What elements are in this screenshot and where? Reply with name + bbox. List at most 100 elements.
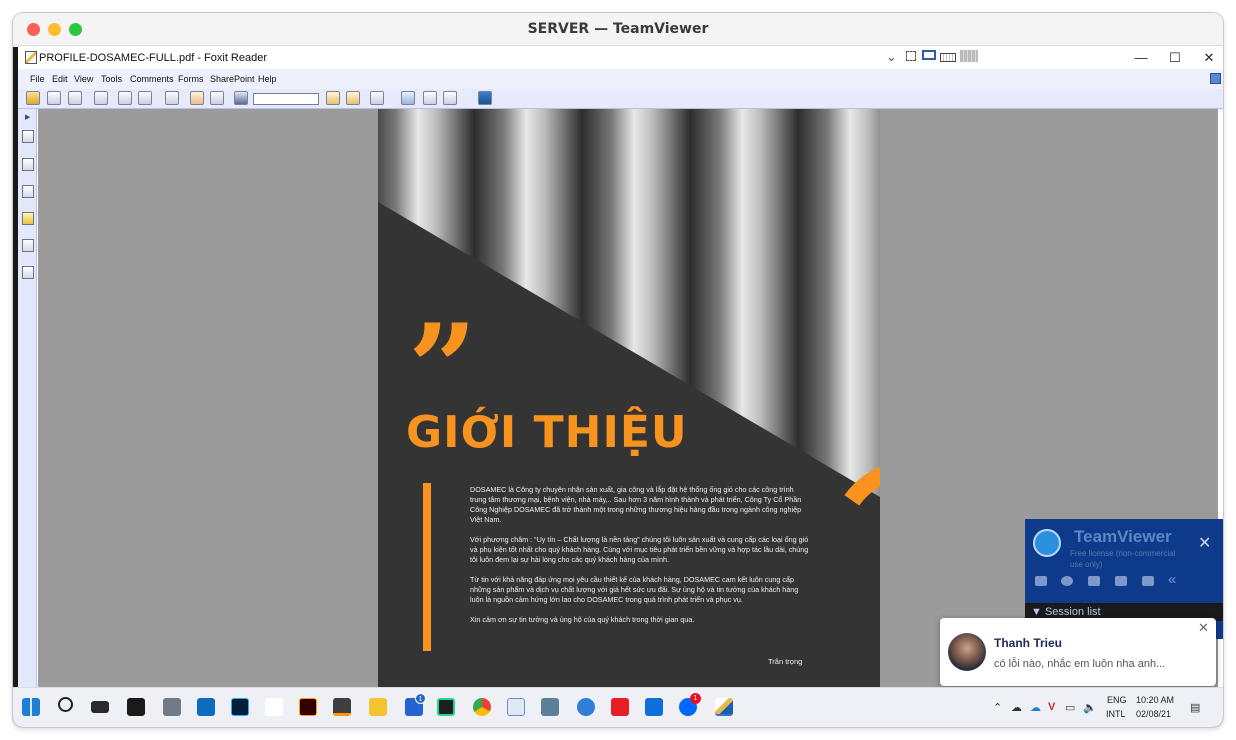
tools-icon[interactable] bbox=[1142, 576, 1154, 586]
fullscreen-icon[interactable] bbox=[906, 51, 916, 61]
chart-app-icon[interactable] bbox=[507, 698, 525, 716]
grid-icon[interactable] bbox=[960, 50, 978, 62]
maximize-button[interactable]: ☐ bbox=[1160, 49, 1190, 67]
stamp-icon[interactable] bbox=[370, 91, 384, 105]
menu-forms[interactable]: Forms bbox=[178, 74, 204, 84]
teamviewer-logo-icon bbox=[1033, 529, 1061, 557]
menu-edit[interactable]: Edit bbox=[52, 74, 68, 84]
widgets-icon[interactable] bbox=[127, 698, 145, 716]
page-heading: GIỚI THIỆU bbox=[406, 407, 688, 458]
attachments-icon[interactable] bbox=[22, 239, 34, 252]
pages-icon[interactable] bbox=[22, 158, 34, 171]
onedrive-business-icon[interactable]: ☁ bbox=[1030, 701, 1041, 714]
notification-center-icon[interactable]: ▤ bbox=[1190, 701, 1200, 714]
browser-icon[interactable] bbox=[577, 698, 595, 716]
virtualbox-icon[interactable] bbox=[541, 698, 559, 716]
bookmarks-icon[interactable] bbox=[22, 130, 34, 143]
task-view-icon[interactable] bbox=[91, 701, 109, 713]
minimize-button[interactable]: — bbox=[1126, 49, 1156, 67]
collapse-panel-icon[interactable]: « bbox=[1168, 571, 1176, 588]
onedrive-icon[interactable]: ☁ bbox=[1011, 701, 1022, 714]
start-icon[interactable] bbox=[22, 698, 40, 716]
intro-paragraph: Từ tin với khả năng đáp ứng mọi yêu cầu … bbox=[470, 575, 799, 604]
sublime-icon[interactable] bbox=[333, 698, 351, 716]
teamviewer-taskbar-icon[interactable] bbox=[645, 698, 663, 716]
acrobat-icon[interactable] bbox=[265, 698, 283, 716]
restore-pane-icon[interactable] bbox=[1210, 73, 1221, 84]
teamviewer-window: SERVER — TeamViewer PROFILE-DOSAMEC-FULL… bbox=[13, 13, 1223, 727]
window-title: SERVER — TeamViewer bbox=[527, 21, 709, 37]
video-icon[interactable] bbox=[1035, 576, 1047, 586]
signatures-icon[interactable] bbox=[22, 266, 34, 279]
photoshop-icon[interactable] bbox=[231, 698, 249, 716]
illustrator-icon[interactable] bbox=[299, 698, 317, 716]
adobe-cc-icon[interactable] bbox=[611, 698, 629, 716]
remote-monitor-icon[interactable] bbox=[922, 50, 936, 60]
save-all-icon[interactable] bbox=[68, 91, 82, 105]
print-icon[interactable] bbox=[94, 91, 108, 105]
find-previous-icon[interactable] bbox=[326, 91, 340, 105]
chat-notification[interactable]: Thanh Trieu có lỗi nào, nhắc em luôn nha… bbox=[940, 618, 1216, 686]
avatar bbox=[948, 633, 986, 671]
menu-comments[interactable]: Comments bbox=[130, 74, 174, 84]
foxit-taskbar-icon[interactable] bbox=[715, 698, 733, 716]
foxit-document-title: PROFILE-DOSAMEC-FULL.pdf - Foxit Reader bbox=[39, 52, 268, 64]
clock-time[interactable]: 10:20 AM bbox=[1136, 695, 1174, 705]
find-next-icon[interactable] bbox=[346, 91, 360, 105]
comments-icon[interactable] bbox=[22, 212, 34, 225]
expand-panel-arrow-icon[interactable]: ▶ bbox=[25, 113, 30, 121]
menu-file[interactable]: File bbox=[30, 74, 45, 84]
foxit-document-icon bbox=[25, 51, 37, 64]
teamviewer-toolbar-chevron-icon[interactable]: ⌄ bbox=[886, 49, 897, 65]
file-transfer-icon[interactable] bbox=[1115, 576, 1127, 586]
printer-app-icon[interactable] bbox=[163, 698, 181, 716]
fit-page-icon[interactable] bbox=[423, 91, 437, 105]
chrome-icon[interactable] bbox=[473, 698, 491, 716]
pycharm-icon[interactable] bbox=[437, 698, 455, 716]
outlook-icon[interactable] bbox=[197, 698, 215, 716]
foxit-menubar: File Edit View Tools Comments Forms Shar… bbox=[18, 69, 1223, 89]
menu-view[interactable]: View bbox=[74, 74, 93, 84]
todo-badge: 1 bbox=[415, 693, 426, 704]
headset-icon[interactable] bbox=[1061, 576, 1073, 586]
search-icon[interactable] bbox=[58, 697, 73, 712]
foxit-side-panel: ▶ bbox=[18, 109, 37, 687]
clock-date[interactable]: 02/08/21 bbox=[1136, 709, 1171, 719]
screen-icon[interactable] bbox=[118, 91, 132, 105]
intro-paragraph: Với phương châm : “Uy tín – Chất lượng l… bbox=[470, 535, 809, 564]
teamviewer-panel-close-icon[interactable]: ✕ bbox=[1198, 533, 1211, 553]
keyboard-layout[interactable]: INTL bbox=[1106, 709, 1126, 719]
menu-tools[interactable]: Tools bbox=[101, 74, 122, 84]
chat-close-icon[interactable]: ✕ bbox=[1198, 620, 1209, 636]
find-icon[interactable] bbox=[234, 91, 248, 105]
antivirus-icon[interactable]: V bbox=[1048, 701, 1055, 713]
menu-sharepoint[interactable]: SharePoint bbox=[210, 74, 255, 84]
menu-help[interactable]: Help bbox=[258, 74, 277, 84]
tray-overflow-chevron-icon[interactable]: ⌃ bbox=[993, 701, 1002, 714]
language-indicator[interactable]: ENG bbox=[1107, 695, 1127, 705]
network-icon[interactable]: ▭ bbox=[1065, 701, 1075, 714]
open-icon[interactable] bbox=[26, 91, 40, 105]
hand-tool-icon[interactable] bbox=[190, 91, 204, 105]
keyboard-icon[interactable] bbox=[940, 53, 956, 62]
window-titlebar[interactable]: SERVER — TeamViewer bbox=[13, 13, 1223, 46]
layers-icon[interactable] bbox=[22, 185, 34, 198]
intro-paragraph: DOSAMEC là Công ty chuyên nhận sản xuất,… bbox=[470, 485, 802, 524]
select-text-icon[interactable] bbox=[210, 91, 224, 105]
remote-screen[interactable]: PROFILE-DOSAMEC-FULL.pdf - Foxit Reader … bbox=[13, 47, 1223, 727]
close-button[interactable]: ✕ bbox=[1194, 49, 1223, 67]
properties-icon[interactable] bbox=[138, 91, 152, 105]
volume-icon[interactable]: 🔈 bbox=[1083, 701, 1097, 714]
actual-size-icon[interactable] bbox=[401, 91, 415, 105]
file-explorer-icon[interactable] bbox=[369, 698, 387, 716]
rotate-view-icon[interactable] bbox=[478, 91, 492, 105]
fit-width-icon[interactable] bbox=[443, 91, 457, 105]
pdf-page: ” GIỚI THIỆU DOSAMEC là Công ty chuyên n… bbox=[378, 109, 880, 687]
zalo-badge: 1 bbox=[690, 693, 701, 704]
chat-icon[interactable] bbox=[1088, 576, 1100, 586]
session-list-label: Session list bbox=[1044, 606, 1101, 618]
search-input[interactable] bbox=[253, 93, 319, 105]
save-icon[interactable] bbox=[47, 91, 61, 105]
intro-body: DOSAMEC là Công ty chuyên nhận sản xuất,… bbox=[470, 485, 810, 635]
page-layout-icon[interactable] bbox=[165, 91, 179, 105]
